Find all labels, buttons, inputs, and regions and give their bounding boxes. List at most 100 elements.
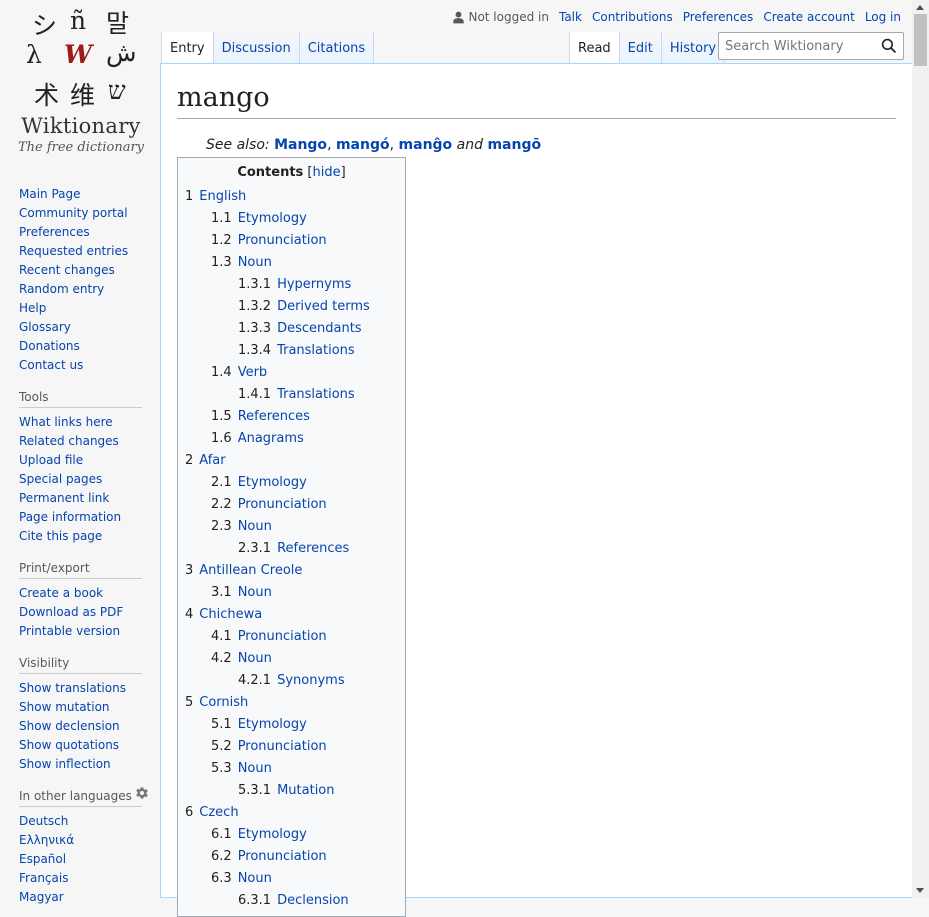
sidebar-item-upload-file[interactable]: Upload file: [19, 453, 83, 467]
sidebar-item-show-inflection[interactable]: Show inflection: [19, 757, 111, 771]
sidebar-item-show-translations[interactable]: Show translations: [19, 681, 126, 695]
toc-item-link[interactable]: Pronunciation: [238, 849, 327, 864]
toc-item[interactable]: 4.2 Noun: [185, 649, 398, 668]
toc-item-link[interactable]: Hypernyms: [277, 277, 351, 292]
toc-item[interactable]: 1.4.1 Translations: [185, 385, 398, 404]
talk-link[interactable]: Talk: [559, 10, 582, 24]
toc-item[interactable]: 2 Afar: [185, 451, 398, 470]
toc-item[interactable]: 6.3.1 Declension: [185, 891, 398, 910]
sidebar-item-special-pages[interactable]: Special pages: [19, 472, 102, 486]
toc-item[interactable]: 5.3.1 Mutation: [185, 781, 398, 800]
scroll-up-arrow[interactable]: [916, 5, 924, 10]
toc-item-link[interactable]: Noun: [238, 585, 272, 600]
toc-item[interactable]: 4.1 Pronunciation: [185, 627, 398, 646]
sidebar-item-lang-magyar[interactable]: Magyar: [19, 890, 64, 904]
toc-item[interactable]: 6 Czech: [185, 803, 398, 822]
sidebar-item-donations[interactable]: Donations: [19, 339, 80, 353]
toc-item[interactable]: 4.2.1 Synonyms: [185, 671, 398, 690]
toc-item[interactable]: 1.3.1 Hypernyms: [185, 275, 398, 294]
sidebar-item-lang-greek[interactable]: Ελληνικά: [19, 833, 74, 847]
toc-item[interactable]: 3 Antillean Creole: [185, 561, 398, 580]
preferences-link[interactable]: Preferences: [683, 10, 754, 24]
toc-item[interactable]: 1.5 References: [185, 407, 398, 426]
toc-item[interactable]: 6.1 Etymology: [185, 825, 398, 844]
toc-item-link[interactable]: Synonyms: [277, 673, 345, 688]
toc-item-link[interactable]: Pronunciation: [238, 739, 327, 754]
sidebar-item-preferences[interactable]: Preferences: [19, 225, 90, 239]
toc-item-link[interactable]: Etymology: [238, 475, 307, 490]
toc-item[interactable]: 2.1 Etymology: [185, 473, 398, 492]
sidebar-item-lang-espanol[interactable]: Español: [19, 852, 66, 866]
toc-item-link[interactable]: Translations: [277, 343, 355, 358]
toc-item-link[interactable]: Mutation: [277, 783, 334, 798]
tab-history[interactable]: History: [661, 32, 726, 64]
see-also-link[interactable]: mangō: [487, 137, 541, 153]
sidebar-item-contact-us[interactable]: Contact us: [19, 358, 83, 372]
sidebar-item-help[interactable]: Help: [19, 301, 46, 315]
search-icon[interactable]: [881, 38, 897, 54]
sidebar-item-download-pdf[interactable]: Download as PDF: [19, 605, 123, 619]
toc-item-link[interactable]: Etymology: [238, 717, 307, 732]
sidebar-item-requested-entries[interactable]: Requested entries: [19, 244, 128, 258]
tab-discussion-label[interactable]: Discussion: [222, 41, 291, 56]
toc-item[interactable]: 5.3 Noun: [185, 759, 398, 778]
toc-item[interactable]: 1.1 Etymology: [185, 209, 398, 228]
toc-item-link[interactable]: Afar: [199, 453, 225, 468]
toc-item[interactable]: 6.2 Pronunciation: [185, 847, 398, 866]
toc-item[interactable]: 5.1 Etymology: [185, 715, 398, 734]
toc-item[interactable]: 1.3.4 Translations: [185, 341, 398, 360]
toc-item[interactable]: 3.1 Noun: [185, 583, 398, 602]
toc-item[interactable]: 2.3 Noun: [185, 517, 398, 536]
toc-item[interactable]: 2.2 Pronunciation: [185, 495, 398, 514]
sidebar-item-page-information[interactable]: Page information: [19, 510, 121, 524]
see-also-link[interactable]: manĝo: [399, 137, 453, 153]
toc-item[interactable]: 1 English: [185, 187, 398, 206]
sidebar-item-what-links-here[interactable]: What links here: [19, 415, 113, 429]
toc-item-link[interactable]: References: [238, 409, 310, 424]
toc-item-link[interactable]: Cornish: [199, 695, 248, 710]
scrollbar-thumb[interactable]: [914, 14, 927, 66]
toc-item-link[interactable]: Noun: [238, 871, 272, 886]
toc-item[interactable]: 1.3.2 Derived terms: [185, 297, 398, 316]
sidebar-item-community-portal[interactable]: Community portal: [19, 206, 128, 220]
toc-item[interactable]: 4 Chichewa: [185, 605, 398, 624]
toc-item-link[interactable]: Pronunciation: [238, 233, 327, 248]
site-logo[interactable]: シ ñ 말 λ W ش 术 维 ש Wiktionary The free di…: [0, 0, 160, 170]
toc-item-link[interactable]: English: [199, 189, 246, 204]
sidebar-item-related-changes[interactable]: Related changes: [19, 434, 119, 448]
toc-item-link[interactable]: Noun: [238, 761, 272, 776]
tab-entry-label[interactable]: Entry: [170, 41, 205, 56]
tab-citations-label[interactable]: Citations: [308, 41, 365, 56]
scrollbar[interactable]: [912, 0, 929, 898]
toc-item-link[interactable]: Noun: [238, 651, 272, 666]
toc-item-link[interactable]: Translations: [277, 387, 355, 402]
toc-item-link[interactable]: Etymology: [238, 211, 307, 226]
toc-item-link[interactable]: Noun: [238, 255, 272, 270]
toc-item-link[interactable]: Derived terms: [277, 299, 370, 314]
sidebar-item-permanent-link[interactable]: Permanent link: [19, 491, 109, 505]
sidebar-item-lang-francais[interactable]: Français: [19, 871, 68, 885]
toc-item-link[interactable]: Etymology: [238, 827, 307, 842]
contributions-link[interactable]: Contributions: [592, 10, 673, 24]
sidebar-item-recent-changes[interactable]: Recent changes: [19, 263, 115, 277]
tab-discussion[interactable]: Discussion: [213, 32, 300, 64]
tab-edit[interactable]: Edit: [619, 32, 662, 64]
tab-edit-label[interactable]: Edit: [628, 41, 653, 56]
toc-item-link[interactable]: References: [277, 541, 349, 556]
log-in-link[interactable]: Log in: [865, 10, 901, 24]
tab-citations[interactable]: Citations: [299, 32, 375, 64]
search-input[interactable]: [719, 33, 869, 59]
tab-read[interactable]: Read: [569, 32, 620, 64]
create-account-link[interactable]: Create account: [763, 10, 855, 24]
sidebar-item-show-declension[interactable]: Show declension: [19, 719, 120, 733]
sidebar-item-show-mutation[interactable]: Show mutation: [19, 700, 110, 714]
tab-read-label[interactable]: Read: [578, 41, 611, 56]
sidebar-item-create-book[interactable]: Create a book: [19, 586, 103, 600]
toc-item-link[interactable]: Declension: [277, 893, 349, 908]
toc-item[interactable]: 5 Cornish: [185, 693, 398, 712]
toc-item-link[interactable]: Verb: [238, 365, 267, 380]
toc-item[interactable]: 1.3.3 Descendants: [185, 319, 398, 338]
toc-item[interactable]: 1.6 Anagrams: [185, 429, 398, 448]
toc-hide-toggle[interactable]: hide: [313, 165, 341, 180]
gear-icon[interactable]: [134, 785, 150, 801]
